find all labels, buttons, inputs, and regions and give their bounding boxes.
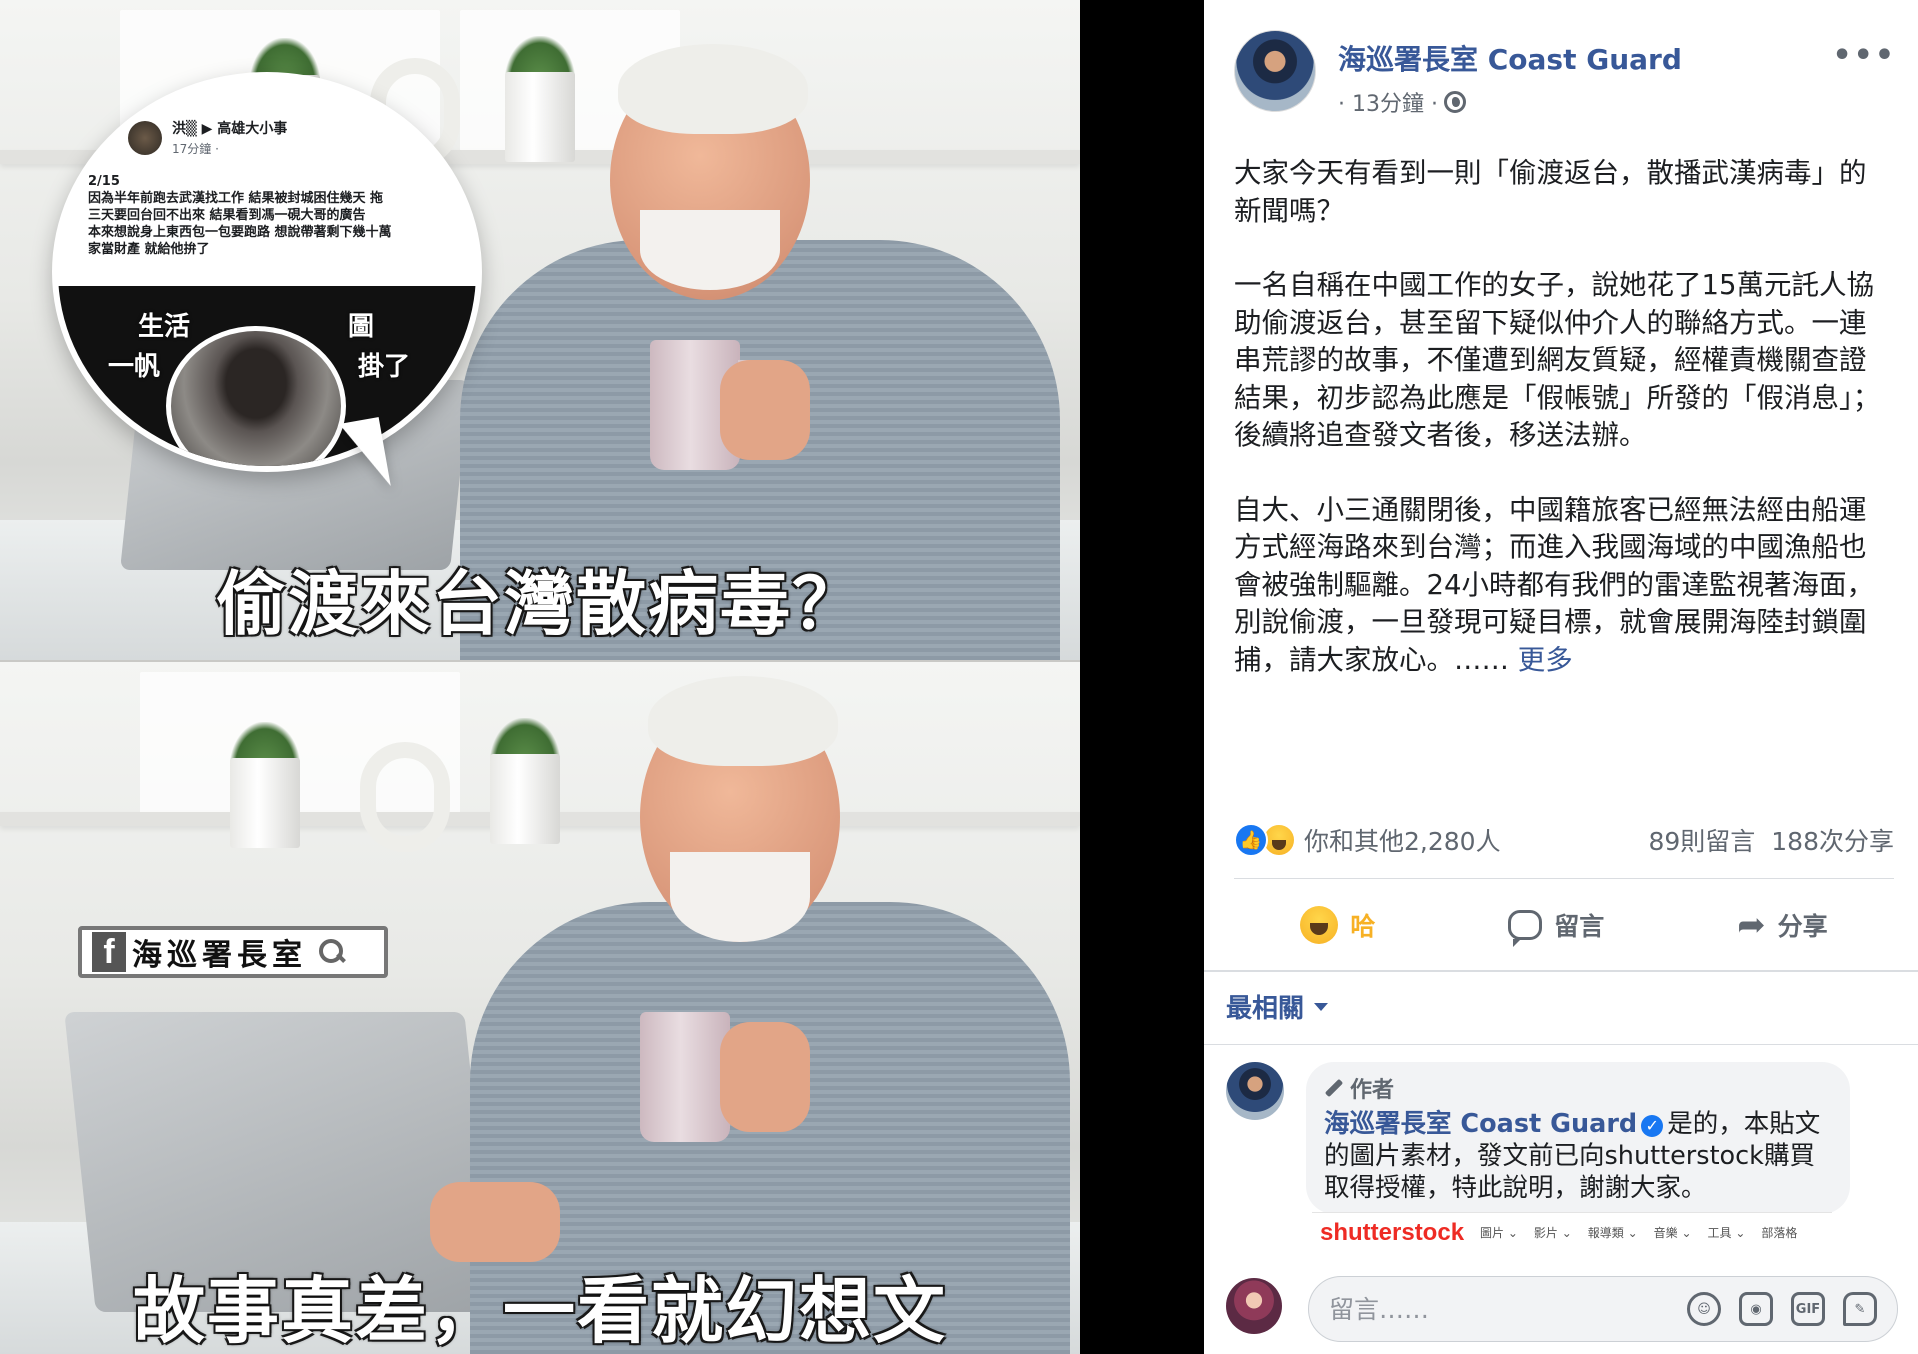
shutterstock-nav-item: 音樂 ⌄ — [1653, 1226, 1692, 1240]
comments-count-link[interactable]: 89則留言 — [1648, 822, 1755, 858]
comment-button-label: 留言 — [1554, 912, 1605, 941]
post-stats: 89則留言 188次分享 — [1648, 822, 1894, 858]
camera-icon[interactable]: ◉ — [1739, 1292, 1773, 1326]
globe-icon — [1443, 91, 1466, 113]
screenshot-author: 洪▒ ▶ 高雄大小事 — [172, 121, 288, 137]
avatar[interactable] — [1226, 1062, 1284, 1120]
comment-button[interactable]: 留言 — [1508, 907, 1605, 947]
share-icon: ➦ — [1737, 905, 1766, 945]
avatar[interactable] — [1234, 30, 1316, 112]
avatar — [128, 120, 162, 155]
plant-pot — [505, 72, 575, 162]
post-paragraph: 一名自稱在中國工作的女子，說她花了15萬元託人協助偷渡返台，甚至留下疑似仲介人的… — [1234, 269, 1881, 451]
shares-count-link[interactable]: 188次分享 — [1771, 822, 1894, 858]
screenshot-line: 因為半年前跑去武漢找工作 結果被封城困住幾天 拖 — [88, 191, 384, 206]
post-meta: · 13分鐘 · — [1338, 86, 1466, 118]
sort-label: 最相關 — [1226, 994, 1305, 1024]
comment-icon — [1508, 910, 1543, 947]
man-hand — [430, 1182, 560, 1262]
overlay-text: 圖 — [348, 312, 375, 342]
meme-top-panel: 洪▒ ▶ 高雄大小事 17分鐘 · 2/15 因為半年前跑去武漢找工作 結果被封… — [0, 0, 1080, 660]
overlay-text: 掛了 — [358, 352, 411, 382]
comment-input-container: ☺ ◉ GIF ✎ — [1308, 1276, 1898, 1342]
reaction-bar: 👍 你和其他2,280人 89則留言 188次分享 — [1234, 818, 1894, 862]
reaction-count[interactable]: 你和其他2,280人 — [1304, 822, 1501, 858]
comment-composer: ☺ ◉ GIF ✎ — [1226, 1272, 1906, 1348]
woman-photo — [166, 326, 346, 466]
shutterstock-nav-item: 部落格 — [1761, 1226, 1798, 1240]
man-hand — [720, 360, 810, 460]
top-caption: 偷渡來台灣散病毒？ — [216, 563, 864, 645]
see-more-link[interactable]: 更多 — [1518, 644, 1573, 676]
screenshot-time: 17分鐘 · — [172, 142, 219, 156]
pencil-icon — [1324, 1078, 1344, 1098]
haha-icon — [1300, 906, 1339, 944]
sticker-icon[interactable]: ✎ — [1843, 1292, 1877, 1326]
post-paragraph: 自大、小三通關閉後，中國籍旅客已經無法經由船運方式經海路來到台灣；而進入我國海域… — [1234, 492, 1884, 680]
comment-author-link[interactable]: 海巡署長室 Coast Guard — [1324, 1109, 1637, 1139]
overlay-text: 生活 — [138, 312, 191, 342]
divider — [1204, 1044, 1918, 1045]
shutterstock-nav-item: 影片 ⌄ — [1533, 1226, 1572, 1240]
gif-icon[interactable]: GIF — [1791, 1292, 1825, 1326]
avatar[interactable] — [1226, 1278, 1282, 1334]
like-reaction-icon[interactable]: 👍 — [1234, 823, 1268, 857]
man-hair — [618, 44, 808, 134]
mug — [640, 1012, 730, 1142]
author-tag: 作者 — [1324, 1072, 1832, 1104]
share-button-label: 分享 — [1777, 912, 1828, 941]
bottom-caption: 故事真差，一看就幻想文 — [132, 1269, 947, 1353]
screenshot-bubble: 洪▒ ▶ 高雄大小事 17分鐘 · 2/15 因為半年前跑去武漢找工作 結果被封… — [52, 72, 482, 472]
divider — [1204, 970, 1918, 972]
meme-image: 洪▒ ▶ 高雄大小事 17分鐘 · 2/15 因為半年前跑去武漢找工作 結果被封… — [0, 0, 1080, 1354]
screenshot-line: 三天要回台回不出來 結果看到馮一硯大哥的廣告 — [88, 208, 366, 223]
caret-down-icon — [1314, 1002, 1329, 1011]
screenshot-line: 家當財產 就給他拚了 — [88, 242, 210, 257]
man-beard — [640, 210, 780, 290]
haha-button-label: 哈 — [1350, 912, 1376, 941]
man-hair — [648, 676, 838, 766]
screenshot-line: 2/15 — [88, 174, 120, 189]
post-body: 大家今天有看到一則「偷渡返台，散播武漢病毒」的新聞嗎？ 一名自稱在中國工作的女子… — [1234, 155, 1884, 716]
man-hand — [720, 1022, 810, 1132]
shutterstock-nav-item: 圖片 ⌄ — [1480, 1226, 1518, 1240]
post-header: 海巡署長室 Coast Guard · 13分鐘 · ••• — [1234, 30, 1904, 120]
author-tag-label: 作者 — [1350, 1078, 1395, 1103]
badge-label: 海巡署長室 — [132, 938, 307, 973]
comment-sort-dropdown[interactable]: 最相關 — [1226, 988, 1329, 1025]
plant-pot — [230, 758, 300, 848]
search-icon — [319, 939, 345, 965]
screenshot-text: 2/15 因為半年前跑去武漢找工作 結果被封城困住幾天 拖 三天要回台回不出來 … — [88, 173, 468, 258]
shutterstock-logo: shutterstock — [1320, 1218, 1465, 1246]
divider — [1234, 878, 1894, 879]
facebook-page-badge: f 海巡署長室 — [78, 926, 388, 978]
comment-input[interactable] — [1329, 1294, 1669, 1324]
vase — [360, 742, 450, 852]
more-options-icon[interactable]: ••• — [1832, 38, 1896, 73]
man-beard — [670, 852, 810, 942]
verified-badge-icon: ✓ — [1641, 1115, 1664, 1137]
plant-pot — [490, 754, 560, 844]
overlay-text: 一帆 — [108, 352, 161, 382]
post-actions: 哈 留言 ➦ 分享 — [1234, 892, 1894, 958]
shutterstock-nav-item: 工具 ⌄ — [1707, 1226, 1746, 1240]
meme-bottom-panel: 故事真差，一看就幻想文 — [0, 660, 1080, 1354]
facebook-post: 海巡署長室 Coast Guard · 13分鐘 · ••• 大家今天有看到一則… — [1204, 0, 1918, 1354]
shutterstock-nav-item: 報導類 ⌄ — [1587, 1226, 1638, 1240]
screenshot-content: 洪▒ ▶ 高雄大小事 17分鐘 · 2/15 因為半年前跑去武漢找工作 結果被封… — [88, 118, 468, 258]
screenshot-header: 洪▒ ▶ 高雄大小事 17分鐘 · — [128, 118, 468, 157]
haha-button[interactable]: 哈 — [1300, 906, 1375, 944]
post-author-link[interactable]: 海巡署長室 Coast Guard — [1338, 38, 1682, 78]
share-button[interactable]: ➦ 分享 — [1737, 907, 1828, 943]
facebook-f-icon: f — [92, 932, 126, 972]
post-time[interactable]: · 13分鐘 · — [1338, 86, 1438, 118]
comment-text: 海巡署長室 Coast Guard ✓ 是的，本貼文的圖片素材，發文前已向shutt… — [1324, 1108, 1832, 1204]
emoji-icon[interactable]: ☺ — [1687, 1292, 1721, 1326]
screenshot-line: 本來想說身上東西包一包要跑路 想說帶著剩下幾十萬 — [88, 225, 392, 240]
comment-bubble: 作者 海巡署長室 Coast Guard ✓ 是的，本貼文的圖片素材，發文前已向sh… — [1306, 1062, 1850, 1214]
post-paragraph: 大家今天有看到一則「偷渡返台，散播武漢病毒」的新聞嗎？ — [1234, 157, 1867, 227]
shutterstock-preview[interactable]: shutterstock 圖片 ⌄ 影片 ⌄ 報導類 ⌄ 音樂 ⌄ 工具 ⌄ 部… — [1312, 1212, 1832, 1252]
